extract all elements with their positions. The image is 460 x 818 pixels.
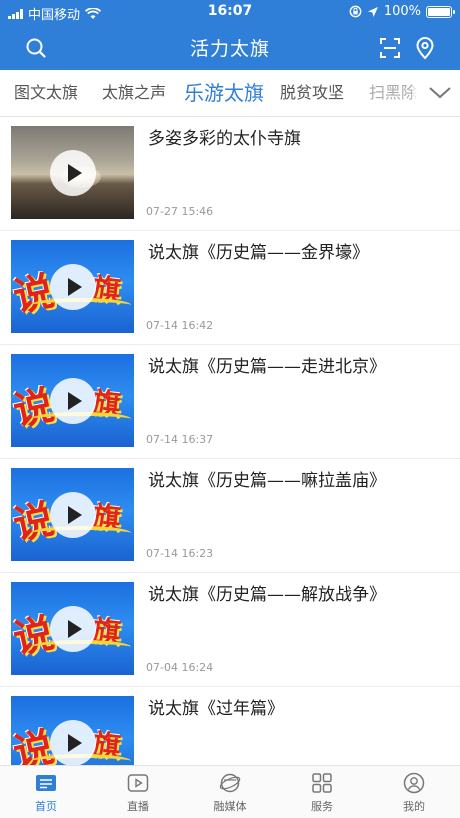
nav-live[interactable]: 直播 <box>92 766 184 818</box>
item-title: 说太旗《历史篇——走进北京》 <box>148 357 386 377</box>
location-icon[interactable] <box>413 36 437 60</box>
item-timestamp: 07-14 16:42 <box>146 319 214 332</box>
tab-poverty[interactable]: 脱贫攻坚 <box>280 70 344 116</box>
status-right: 100% <box>349 4 455 19</box>
video-thumbnail[interactable]: 说 旗 <box>11 240 134 333</box>
item-timestamp: 07-04 16:24 <box>146 661 214 674</box>
nav-service[interactable]: 服务 <box>276 766 368 818</box>
tab-voice[interactable]: 太旗之声 <box>102 70 166 116</box>
battery-percent: 100% <box>383 4 421 19</box>
tab-leyou[interactable]: 乐游太旗 <box>184 70 264 116</box>
item-timestamp: 07-14 16:23 <box>146 547 214 560</box>
tab-tuwen[interactable]: 图文太旗 <box>14 70 78 116</box>
play-icon <box>50 606 96 652</box>
profile-icon <box>403 772 425 794</box>
title-bar: 活力太旗 <box>0 24 460 70</box>
list-item[interactable]: 说 旗 说太旗《历史篇——嘛拉盖庙》 07-14 16:23 <box>0 459 460 573</box>
item-title: 说太旗《过年篇》 <box>148 699 284 719</box>
nav-label: 我的 <box>403 800 425 813</box>
item-title: 说太旗《历史篇——解放战争》 <box>148 585 386 605</box>
nav-label: 融媒体 <box>213 800 247 813</box>
tabs-expand-button[interactable] <box>412 70 460 116</box>
list-item[interactable]: 多姿多彩的太仆寺旗 07-27 15:46 <box>0 117 460 231</box>
nav-label: 直播 <box>127 800 149 813</box>
item-title: 说太旗《历史篇——金界壕》 <box>148 243 369 263</box>
video-thumbnail[interactable] <box>11 126 134 219</box>
battery-icon <box>426 5 455 18</box>
bottom-nav: 首页 直播 融媒体 服务 我的 <box>0 765 460 818</box>
item-timestamp: 07-14 16:37 <box>146 433 214 446</box>
item-title: 多姿多彩的太仆寺旗 <box>148 129 301 149</box>
list-item[interactable]: 说 旗 说太旗《历史篇——解放战争》 07-04 16:24 <box>0 573 460 687</box>
home-news-icon <box>36 775 56 791</box>
rotation-lock-icon <box>349 5 362 18</box>
live-play-icon <box>127 774 149 792</box>
media-globe-icon <box>219 773 241 793</box>
grid-service-icon <box>312 773 332 793</box>
chevron-down-icon <box>429 87 451 99</box>
nav-media[interactable]: 融媒体 <box>184 766 276 818</box>
play-icon <box>50 378 96 424</box>
nav-label: 首页 <box>35 800 57 813</box>
play-icon <box>50 492 96 538</box>
play-icon <box>50 264 96 310</box>
video-thumbnail[interactable]: 说 旗 <box>11 582 134 675</box>
nav-label: 服务 <box>311 800 333 813</box>
tab-saohei[interactable]: 扫黑除 <box>369 70 417 116</box>
play-icon <box>50 150 96 196</box>
video-thumbnail[interactable]: 说 旗 <box>11 696 134 765</box>
app-header: 中国移动 16:07 100% 活力太旗 <box>0 0 460 70</box>
item-title: 说太旗《历史篇——嘛拉盖庙》 <box>148 471 386 491</box>
status-bar: 中国移动 16:07 100% <box>0 0 460 24</box>
scan-icon[interactable] <box>378 36 402 60</box>
list-item[interactable]: 说 旗 说太旗《历史篇——走进北京》 07-14 16:37 <box>0 345 460 459</box>
location-arrow-icon <box>367 6 378 17</box>
list-item[interactable]: 说 旗 说太旗《历史篇——金界壕》 07-14 16:42 <box>0 231 460 345</box>
item-timestamp: 07-27 15:46 <box>146 205 214 218</box>
video-feed: 多姿多彩的太仆寺旗 07-27 15:46 说 旗 说太旗《历史篇——金界壕》 … <box>0 117 460 765</box>
video-thumbnail[interactable]: 说 旗 <box>11 354 134 447</box>
nav-home[interactable]: 首页 <box>0 766 92 818</box>
list-item[interactable]: 说 旗 说太旗《过年篇》 <box>0 687 460 765</box>
play-icon <box>50 720 96 765</box>
category-tabs: 图文太旗 太旗之声 乐游太旗 脱贫攻坚 扫黑除 <box>0 70 460 117</box>
nav-profile[interactable]: 我的 <box>368 766 460 818</box>
video-thumbnail[interactable]: 说 旗 <box>11 468 134 561</box>
